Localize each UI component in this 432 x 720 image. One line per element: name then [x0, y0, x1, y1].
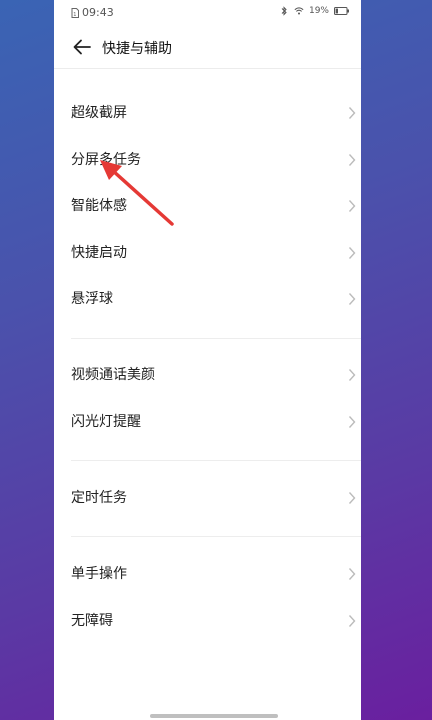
battery-icon	[334, 7, 349, 15]
settings-group-2: 视频通话美颜 闪光灯提醒	[54, 352, 361, 445]
menu-item-quick-launch[interactable]: 快捷启动	[54, 230, 361, 277]
menu-item-super-screenshot[interactable]: 超级截屏	[54, 90, 361, 137]
chevron-right-icon	[348, 293, 356, 305]
chevron-right-icon	[348, 415, 356, 428]
menu-item-floating-ball[interactable]: 悬浮球	[54, 276, 361, 323]
menu-item-one-hand-mode[interactable]: 单手操作	[54, 551, 361, 598]
menu-item-video-call-beauty[interactable]: 视频通话美颜	[54, 352, 361, 399]
chevron-right-icon	[348, 246, 356, 259]
annotation-arrow-icon	[100, 160, 174, 226]
chevron-right-icon	[348, 492, 356, 504]
menu-item-flash-alert[interactable]: 闪光灯提醒	[54, 399, 361, 446]
bluetooth-icon	[281, 6, 287, 16]
menu-item-label: 超级截屏	[71, 105, 127, 121]
chevron-right-icon	[348, 200, 356, 212]
chevron-right-icon	[348, 153, 356, 166]
chevron-right-icon	[348, 107, 356, 119]
phone-screen: 1 09:43 19% 快捷与辅助 超级截屏 分屏多任务 智能体感 快捷启动 悬…	[54, 0, 361, 720]
chevron-right-icon	[348, 369, 356, 381]
group-divider	[71, 460, 361, 461]
settings-group-3: 定时任务	[54, 475, 361, 522]
menu-item-label: 快捷启动	[71, 244, 127, 261]
svg-text:1: 1	[73, 12, 76, 18]
settings-group-4: 单手操作 无障碍	[54, 551, 361, 644]
chevron-right-icon	[348, 614, 356, 627]
wifi-icon	[294, 7, 304, 15]
menu-item-label: 定时任务	[71, 490, 127, 506]
battery-percent: 19%	[308, 6, 329, 16]
menu-item-label: 单手操作	[71, 566, 127, 582]
back-arrow-icon[interactable]	[72, 38, 92, 56]
status-bar: 1 09:43 19%	[54, 0, 361, 26]
menu-item-label: 无障碍	[71, 612, 113, 629]
group-divider	[71, 536, 361, 537]
header-divider	[54, 68, 361, 69]
home-indicator[interactable]	[150, 714, 278, 718]
menu-item-label: 视频通话美颜	[71, 367, 155, 383]
page-title: 快捷与辅助	[102, 41, 172, 57]
status-time: 09:43	[82, 6, 114, 19]
menu-item-accessibility[interactable]: 无障碍	[54, 598, 361, 645]
sim-icon: 1	[71, 7, 79, 18]
group-divider	[71, 338, 361, 339]
menu-item-label: 悬浮球	[71, 291, 113, 307]
menu-item-label: 闪光灯提醒	[71, 413, 141, 430]
page-header: 快捷与辅助	[54, 30, 361, 64]
menu-item-scheduled-tasks[interactable]: 定时任务	[54, 475, 361, 522]
chevron-right-icon	[348, 568, 356, 580]
